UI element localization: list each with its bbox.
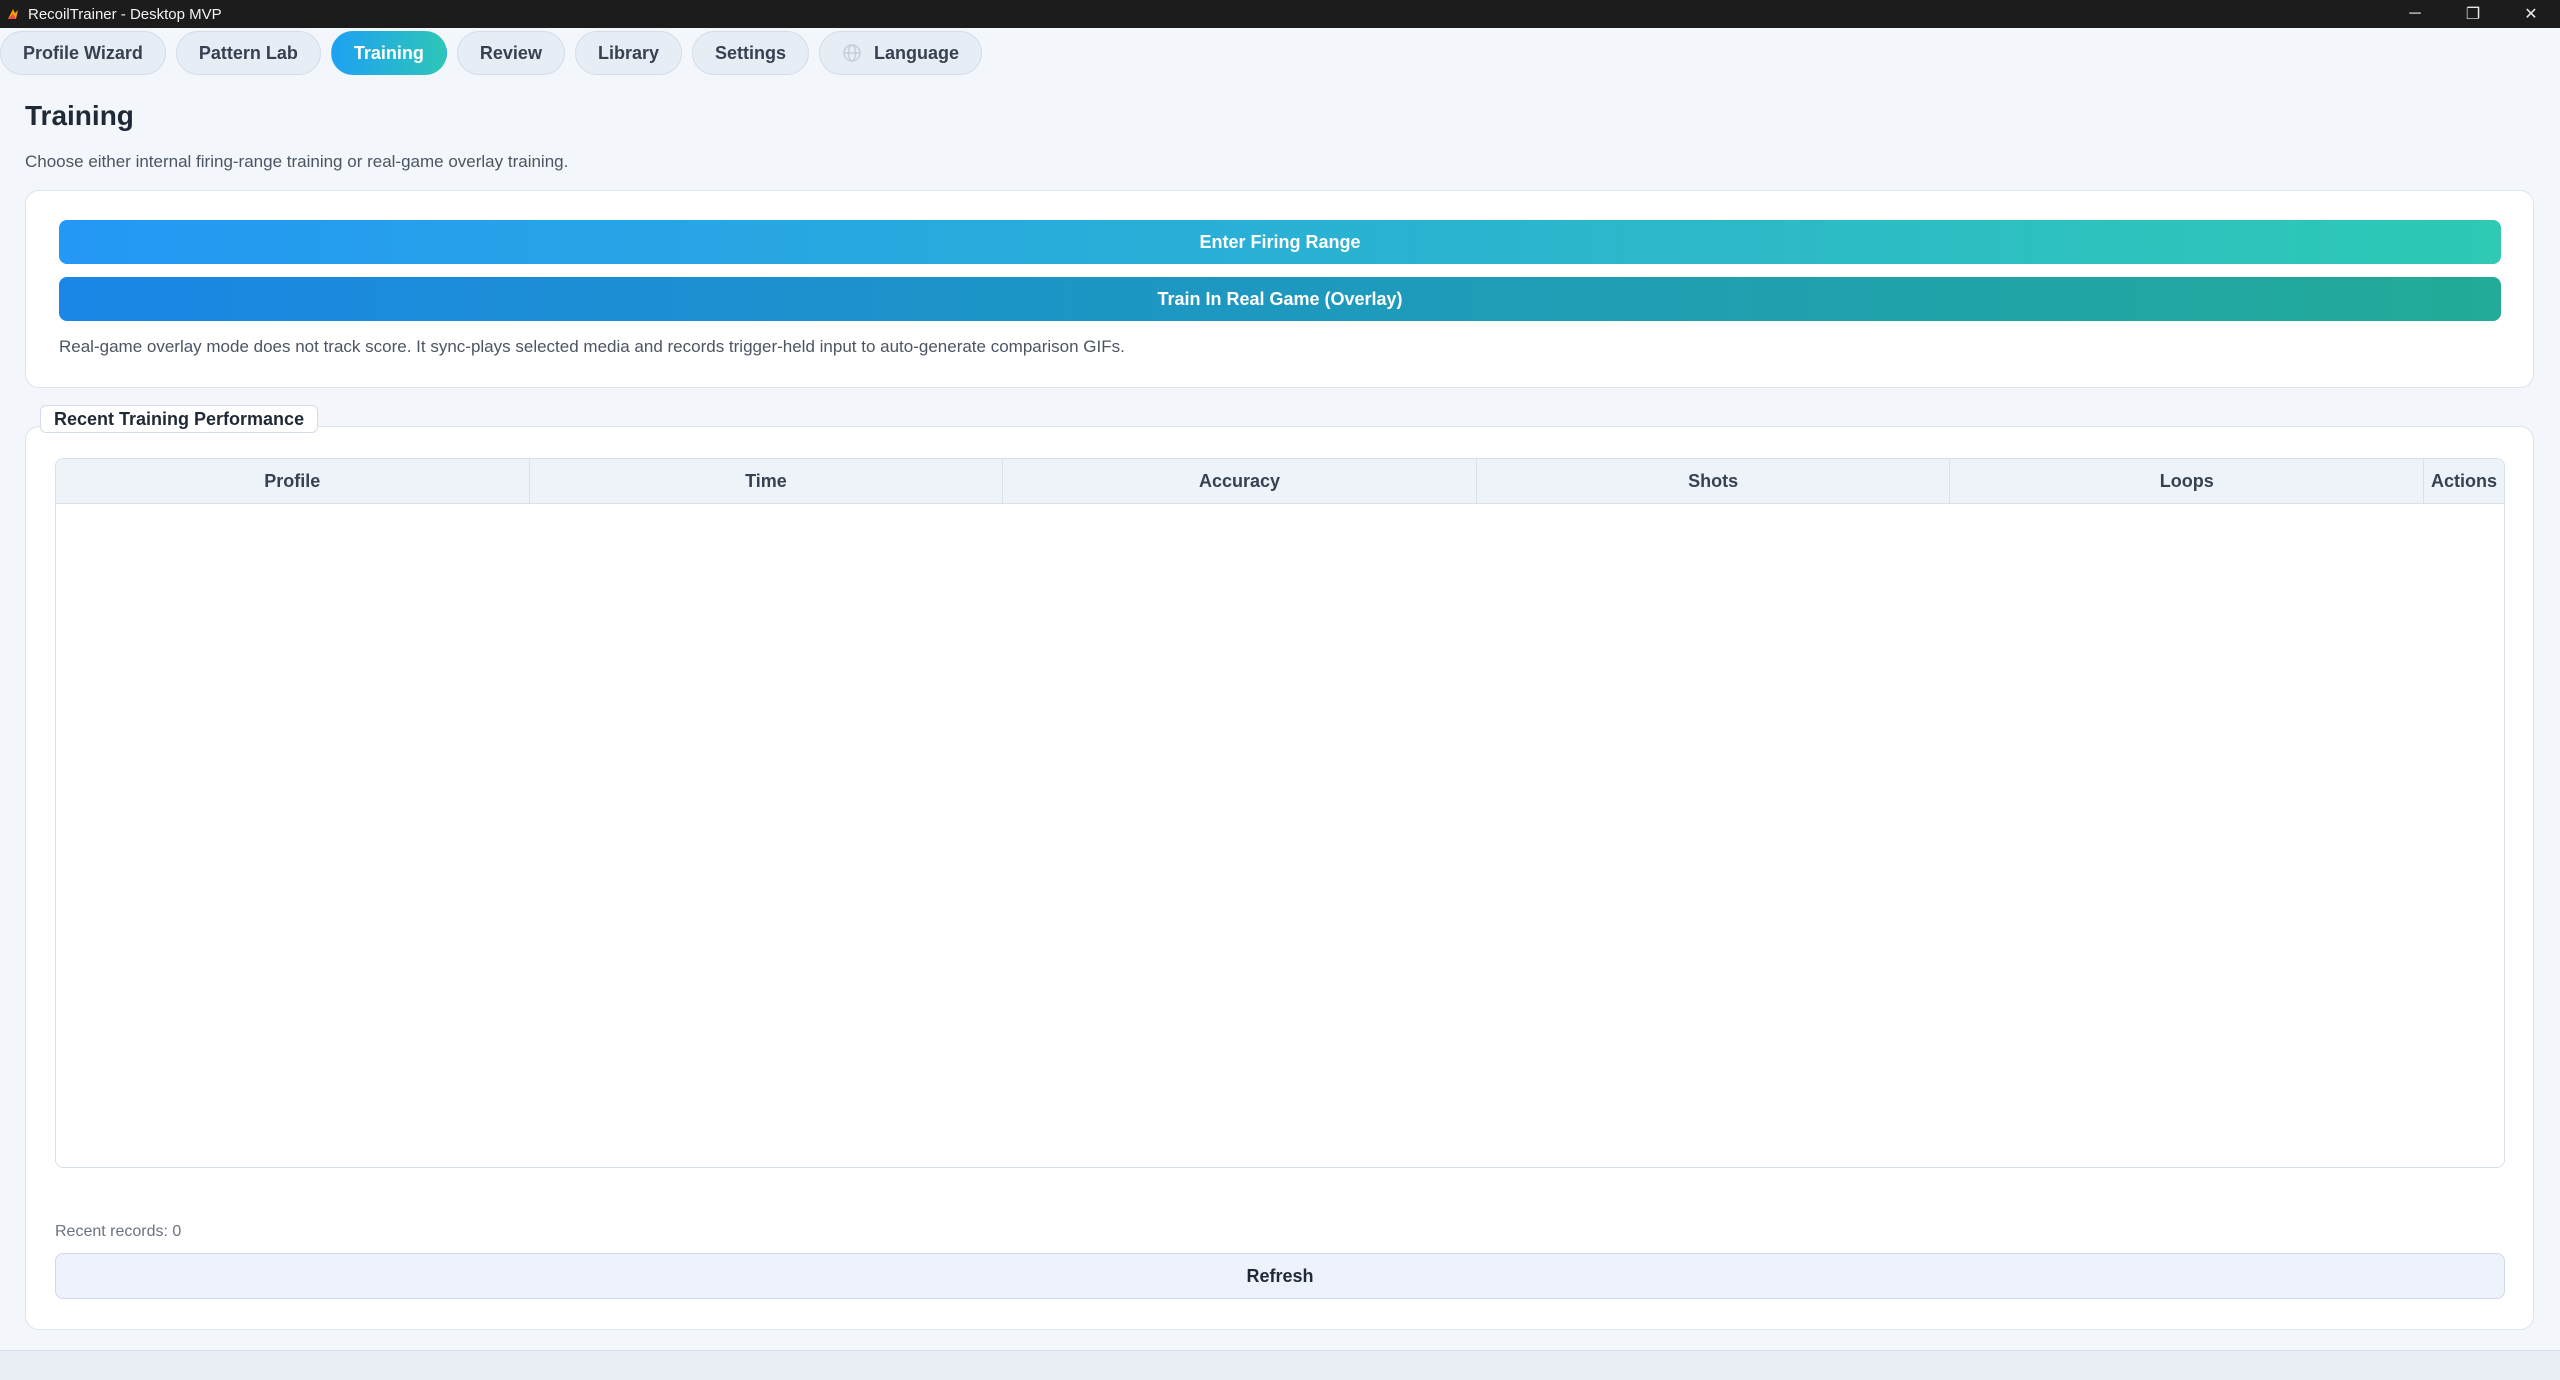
tab-label: Profile Wizard <box>23 42 143 63</box>
column-header-shots[interactable]: Shots <box>1477 459 1951 503</box>
window-controls: ─ ❐ ✕ <box>2386 0 2560 28</box>
column-header-accuracy[interactable]: Accuracy <box>1003 459 1477 503</box>
tab-language[interactable]: Language <box>819 31 983 75</box>
window-title: RecoilTrainer - Desktop MVP <box>28 5 222 23</box>
status-bar <box>0 1350 2560 1380</box>
tab-label: Review <box>479 42 542 63</box>
performance-card: Profile Time Accuracy Shots Loops Action… <box>25 426 2534 1330</box>
records-count: Recent records: 0 <box>55 1223 182 1240</box>
column-header-profile[interactable]: Profile <box>56 459 530 503</box>
tab-library[interactable]: Library <box>574 31 682 75</box>
close-button[interactable]: ✕ <box>2502 0 2560 28</box>
tab-training[interactable]: Training <box>330 31 447 75</box>
performance-table: Profile Time Accuracy Shots Loops Action… <box>55 458 2505 1168</box>
tab-label: Library <box>597 42 659 63</box>
tab-label: Language <box>874 42 960 63</box>
train-overlay-button[interactable]: Train In Real Game (Overlay) <box>59 277 2501 321</box>
refresh-button[interactable]: Refresh <box>55 1253 2505 1299</box>
enter-firing-range-button[interactable]: Enter Firing Range <box>59 220 2501 264</box>
performance-group-title: Recent Training Performance <box>40 405 319 433</box>
column-header-loops[interactable]: Loops <box>1950 459 2425 503</box>
column-header-time[interactable]: Time <box>530 459 1004 503</box>
minimize-button[interactable]: ─ <box>2386 0 2444 28</box>
page-title: Training <box>25 100 134 131</box>
overlay-hint: Real-game overlay mode does not track sc… <box>59 337 1125 356</box>
tab-settings[interactable]: Settings <box>691 31 809 75</box>
main-tabs: Profile Wizard Pattern Lab Training Revi… <box>0 30 992 76</box>
page-subtitle: Choose either internal firing-range trai… <box>25 152 569 171</box>
maximize-button[interactable]: ❐ <box>2444 0 2502 28</box>
column-header-actions[interactable]: Actions <box>2424 459 2504 503</box>
title-bar: RecoilTrainer - Desktop MVP ─ ❐ ✕ <box>0 0 2560 28</box>
globe-icon <box>842 43 862 63</box>
tab-label: Pattern Lab <box>198 42 298 63</box>
training-mode-card: Enter Firing Range Train In Real Game (O… <box>25 190 2534 388</box>
table-header: Profile Time Accuracy Shots Loops Action… <box>56 459 2504 504</box>
tab-label: Training <box>353 42 424 63</box>
tab-review[interactable]: Review <box>456 31 565 75</box>
tab-pattern-lab[interactable]: Pattern Lab <box>175 31 321 75</box>
tab-label: Settings <box>714 42 786 63</box>
tab-profile-wizard[interactable]: Profile Wizard <box>0 31 166 75</box>
app-icon <box>6 7 20 21</box>
